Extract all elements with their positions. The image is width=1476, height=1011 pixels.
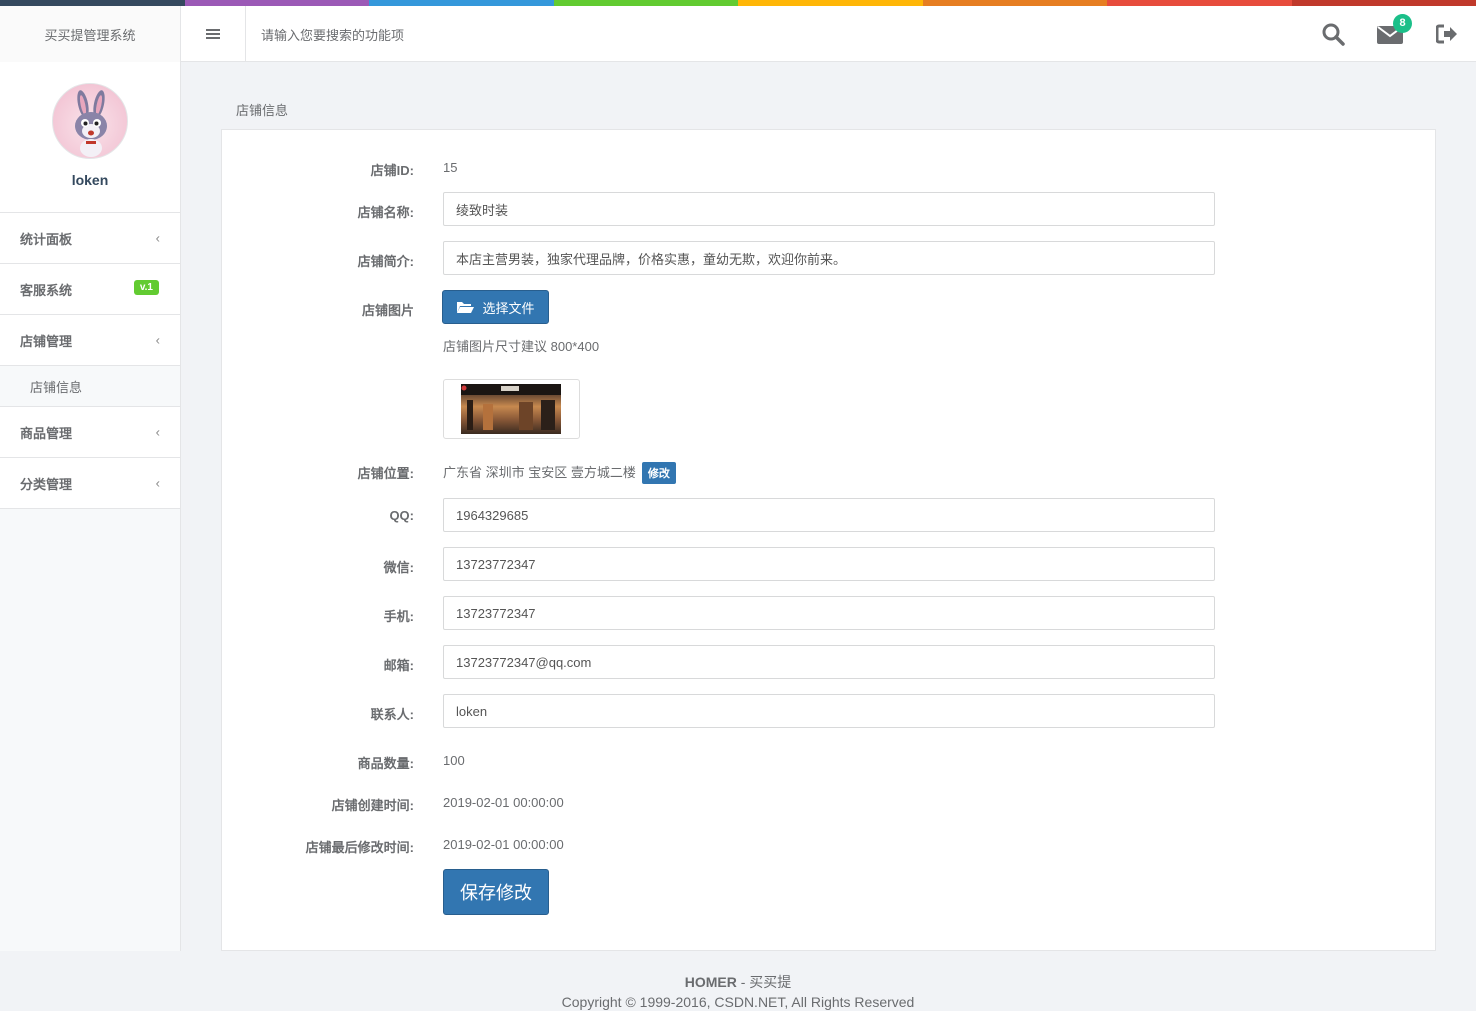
modified-time-value: 2019-02-01 00:00:00 xyxy=(443,837,564,852)
sidebar-subitem-shop-info[interactable]: 店铺信息 xyxy=(0,366,180,407)
search-icon xyxy=(1322,23,1345,46)
save-button[interactable]: 保存修改 xyxy=(443,869,549,915)
avatar[interactable] xyxy=(52,83,128,159)
goods-count-label: 商品数量: xyxy=(357,756,414,771)
sidebar-item-dashboard[interactable]: 统计面板 ‹ xyxy=(0,213,180,264)
location-text: 广东省 深圳市 宝安区 壹方城二楼 xyxy=(443,465,636,480)
mail-count-badge: 8 xyxy=(1393,14,1412,33)
chevron-left-icon: ‹ xyxy=(155,475,160,491)
sidebar-item-label: 统计面板 xyxy=(20,231,73,247)
shop-image-thumbnail[interactable] xyxy=(443,379,580,439)
goods-count-value: 100 xyxy=(443,753,465,768)
sidebar-item-category-management[interactable]: 分类管理 ‹ xyxy=(0,458,180,509)
phone-label: 手机: xyxy=(383,609,414,624)
footer-copyright: Copyright © 1999-2016, CSDN.NET, All Rig… xyxy=(561,994,915,1010)
choose-file-button[interactable]: 选择文件 xyxy=(442,290,549,324)
search-input[interactable]: 请输入您要搜索的功能项 xyxy=(261,6,861,62)
shop-info-panel: 店铺ID: 15 店铺名称: 绫致时装 店铺简介: 本店主营男装，独家代理品牌，… xyxy=(221,129,1436,951)
wechat-field[interactable]: 13723772347 xyxy=(443,547,1215,581)
username: loken xyxy=(71,172,109,188)
chevron-left-icon: ‹ xyxy=(155,230,160,246)
qq-label: QQ: xyxy=(389,508,414,523)
image-size-hint: 店铺图片尺寸建议 800*400 xyxy=(443,339,600,354)
sidebar-item-label: 分类管理 xyxy=(20,476,73,492)
chevron-left-icon: ‹ xyxy=(155,332,160,348)
footer-brand: HOMER xyxy=(684,974,737,990)
sidebar-item-label: 店铺管理 xyxy=(20,333,73,349)
sidebar-item-goods-management[interactable]: 商品管理 ‹ xyxy=(0,407,180,458)
sidebar-item-label: 商品管理 xyxy=(20,425,73,441)
location-edit-button[interactable]: 修改 xyxy=(641,462,676,484)
location-label: 店铺位置: xyxy=(357,466,414,481)
sidebar-item-customer-service[interactable]: 客服系统 v.1 xyxy=(0,264,180,315)
profile-card: loken xyxy=(0,62,180,213)
menu-toggle-button[interactable] xyxy=(181,6,246,62)
shop-id-label: 店铺ID: xyxy=(370,163,414,178)
rabbit-avatar-icon xyxy=(75,90,107,157)
qq-field[interactable]: 1964329685 xyxy=(443,498,1215,532)
header-icons: 8 xyxy=(1306,6,1476,62)
shop-intro-label: 店铺简介: xyxy=(357,254,414,269)
app-brand[interactable]: 买买提管理系统 xyxy=(0,6,181,62)
logout-button[interactable] xyxy=(1427,6,1467,62)
chevron-left-icon: ‹ xyxy=(155,424,160,440)
sidebar-item-label: 客服系统 xyxy=(20,282,73,298)
folder-open-icon xyxy=(457,302,475,313)
location-value: 广东省 深圳市 宝安区 壹方城二楼 修改 xyxy=(443,462,676,484)
email-field[interactable]: 13723772347@qq.com xyxy=(443,645,1215,679)
footer-brand-line: HOMER - 买买提 xyxy=(0,972,1476,992)
hamburger-icon xyxy=(206,29,220,39)
shop-name-label: 店铺名称: xyxy=(357,205,414,220)
version-badge: v.1 xyxy=(133,280,159,295)
phone-field[interactable]: 13723772347 xyxy=(443,596,1215,630)
choose-file-label: 选择文件 xyxy=(482,300,535,316)
email-label: 邮箱: xyxy=(383,658,414,673)
contact-field[interactable]: loken xyxy=(443,694,1215,728)
shop-intro-field[interactable]: 本店主营男装，独家代理品牌，价格实惠，童幼无欺，欢迎你前来。 xyxy=(443,241,1215,275)
created-time-value: 2019-02-01 00:00:00 xyxy=(443,795,564,810)
sign-out-icon xyxy=(1436,24,1457,44)
search-button[interactable] xyxy=(1313,6,1353,62)
shop-name-field[interactable]: 绫致时装 xyxy=(443,192,1215,226)
shop-id-value: 15 xyxy=(443,160,458,175)
shop-image-label: 店铺图片 xyxy=(361,303,414,318)
sidebar: loken 统计面板 ‹ 客服系统 v.1 店铺管理 ‹ 店铺信息 商品管理 ‹… xyxy=(0,62,181,951)
contact-label: 联系人: xyxy=(370,707,414,722)
modified-time-label: 店铺最后修改时间: xyxy=(305,840,414,855)
footer-brand-suffix: - 买买提 xyxy=(736,974,792,990)
footer: HOMER - 买买提 Copyright © 1999-2016, CSDN.… xyxy=(0,972,1476,1011)
wechat-label: 微信: xyxy=(383,560,414,575)
shop-photo-image xyxy=(461,384,561,434)
messages-button[interactable]: 8 xyxy=(1370,6,1412,62)
page-title: 店铺信息 xyxy=(236,103,289,118)
top-header: 买买提管理系统 请输入您要搜索的功能项 8 xyxy=(0,6,1476,62)
created-time-label: 店铺创建时间: xyxy=(331,798,414,813)
sidebar-item-shop-management[interactable]: 店铺管理 ‹ xyxy=(0,315,180,366)
